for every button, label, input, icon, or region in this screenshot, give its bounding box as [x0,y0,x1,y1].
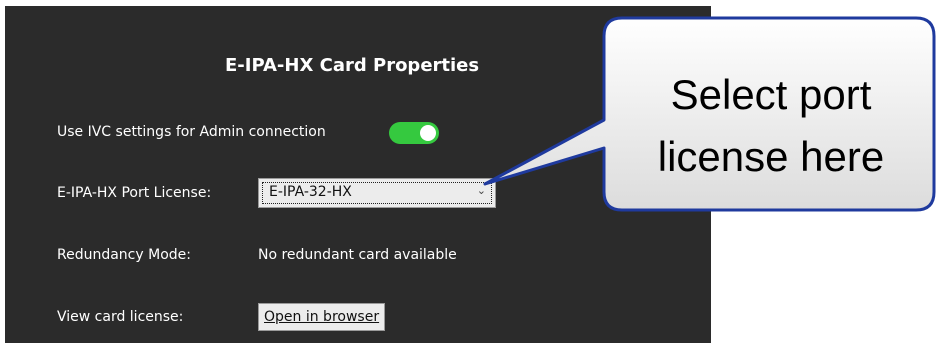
callout-line-1: Select port [670,71,872,118]
callout-text: Select port license here [612,64,930,188]
callout-line-2: license here [657,133,885,180]
